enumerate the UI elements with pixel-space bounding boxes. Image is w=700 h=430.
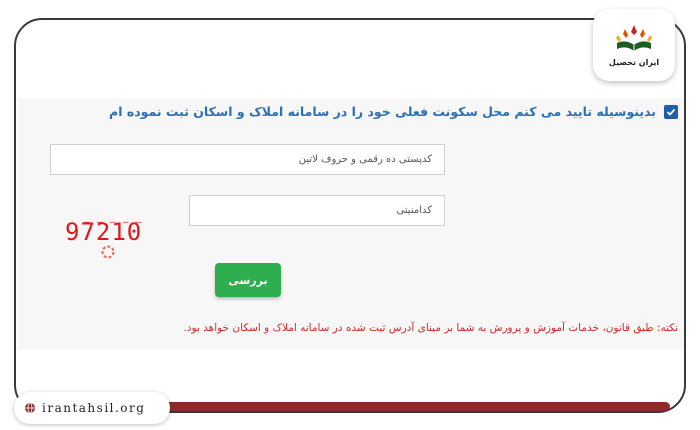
confirm-label: بدینوسیله تایید می کنم محل سکونت فعلی خو… bbox=[109, 104, 656, 119]
legal-note: نکته: طبق قانون، خدمات آموزش و پرورش به … bbox=[183, 322, 678, 334]
confirm-row[interactable]: بدینوسیله تایید می کنم محل سکونت فعلی خو… bbox=[109, 104, 678, 119]
globe-icon bbox=[25, 402, 35, 414]
confirm-checkbox[interactable] bbox=[664, 104, 678, 119]
refresh-icon[interactable] bbox=[100, 244, 116, 260]
site-badge: irantahsil.org bbox=[14, 392, 170, 424]
check-icon bbox=[666, 108, 676, 116]
captcha-code: 97210 bbox=[65, 218, 143, 246]
brand-logo: ایران تحصیل bbox=[593, 9, 675, 81]
postal-code-input[interactable] bbox=[50, 144, 445, 175]
book-crown-icon bbox=[616, 25, 652, 51]
logo-text: ایران تحصیل bbox=[608, 58, 660, 67]
captcha-input[interactable] bbox=[189, 195, 445, 226]
submit-button[interactable]: بررسی bbox=[215, 263, 281, 297]
footer-bar bbox=[150, 402, 670, 411]
site-url: irantahsil.org bbox=[42, 401, 146, 415]
